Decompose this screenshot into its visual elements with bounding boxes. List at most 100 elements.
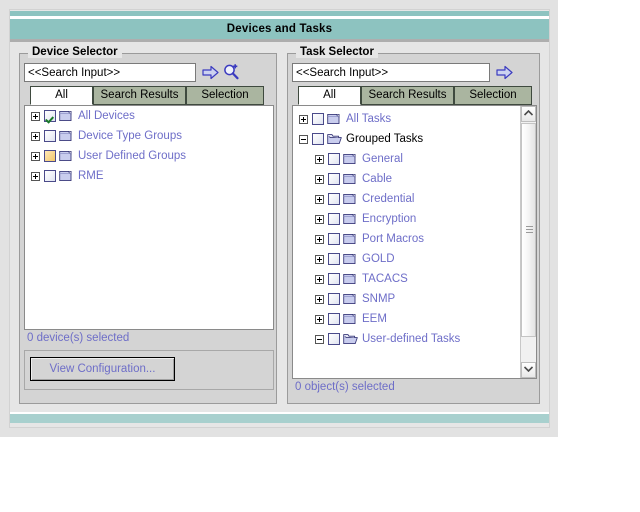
expand-icon[interactable] [315, 154, 324, 164]
expand-icon[interactable] [315, 194, 324, 204]
tree-item-label[interactable]: Device Type Groups [78, 130, 182, 142]
collapse-icon[interactable] [315, 334, 324, 344]
tree-item-label[interactable]: Credential [362, 193, 414, 205]
folder-icon [59, 130, 74, 142]
tree-item[interactable]: RME [25, 166, 273, 186]
folder-icon [327, 113, 342, 125]
folder-icon [59, 170, 74, 182]
tree-item-checkbox[interactable] [328, 313, 340, 325]
tree-item-checkbox[interactable] [312, 113, 324, 125]
task-status-bar: 0 object(s) selected [292, 380, 537, 396]
scrollbar-up-button[interactable] [521, 106, 536, 122]
task-tab-all[interactable]: All [298, 86, 361, 105]
tree-item-label[interactable]: EEM [362, 313, 387, 325]
task-tree-scrollbar[interactable] [520, 106, 536, 378]
task-selector-panel: Task Selector All Search Results Selecti… [287, 46, 540, 404]
expand-icon[interactable] [299, 114, 308, 124]
tree-item-label[interactable]: Grouped Tasks [346, 133, 423, 145]
tree-item-label[interactable]: All Tasks [346, 113, 391, 125]
tree-item-checkbox[interactable] [328, 153, 340, 165]
device-search-row [24, 62, 274, 85]
tree-item-checkbox[interactable] [328, 193, 340, 205]
tree-item-label[interactable]: User Defined Groups [78, 150, 186, 162]
folder-icon [343, 233, 358, 245]
folder-icon [59, 150, 74, 162]
folder-icon [343, 313, 358, 325]
tree-item[interactable]: TACACS [293, 269, 519, 289]
tree-item-checkbox[interactable] [328, 233, 340, 245]
expand-icon[interactable] [315, 274, 324, 284]
task-search-input[interactable] [292, 63, 490, 82]
scrollbar-down-button[interactable] [521, 362, 536, 378]
expand-icon[interactable] [315, 294, 324, 304]
view-configuration-button[interactable]: View Configuration... [30, 357, 175, 381]
device-tab-search-results[interactable]: Search Results [93, 86, 186, 105]
tree-item[interactable]: User Defined Groups [25, 146, 273, 166]
task-search-go-icon[interactable] [496, 65, 513, 80]
folder-icon [343, 333, 358, 345]
tree-item-label[interactable]: RME [78, 170, 104, 182]
page-title: Devices and Tasks [10, 19, 549, 39]
tree-item-label[interactable]: General [362, 153, 403, 165]
tree-item-label[interactable]: SNMP [362, 293, 395, 305]
device-tree[interactable]: All Devices Device Type Groups User Define… [24, 105, 274, 330]
device-advanced-search-icon[interactable] [222, 63, 240, 81]
expand-icon[interactable] [315, 174, 324, 184]
folder-icon [343, 273, 358, 285]
tree-item[interactable]: Port Macros [293, 229, 519, 249]
task-tab-selection[interactable]: Selection [454, 86, 532, 105]
tree-item-checkbox[interactable] [328, 253, 340, 265]
tree-item-checkbox[interactable] [44, 130, 56, 142]
tree-item[interactable]: EEM [293, 309, 519, 329]
device-tab-all[interactable]: All [30, 86, 93, 105]
tree-item[interactable]: Credential [293, 189, 519, 209]
expand-icon[interactable] [315, 254, 324, 264]
tree-item[interactable]: GOLD [293, 249, 519, 269]
tree-item-checkbox[interactable] [328, 173, 340, 185]
tree-item[interactable]: Device Type Groups [25, 126, 273, 146]
tree-item-label[interactable]: TACACS [362, 273, 408, 285]
tree-item[interactable]: Cable [293, 169, 519, 189]
tree-item-checkbox[interactable] [44, 110, 56, 122]
tree-item-checkbox[interactable] [328, 213, 340, 225]
tree-item-checkbox[interactable] [328, 333, 340, 345]
device-action-panel: View Configuration... [24, 350, 274, 390]
tree-item-label[interactable]: Port Macros [362, 233, 424, 245]
tree-item[interactable]: User-defined Tasks [293, 329, 519, 349]
task-tabstrip: All Search Results Selection [292, 86, 537, 106]
tree-item[interactable]: Grouped Tasks [293, 129, 519, 149]
tree-item[interactable]: SNMP [293, 289, 519, 309]
tree-item-label[interactable]: User-defined Tasks [362, 333, 460, 345]
scrollbar-thumb[interactable] [521, 123, 536, 337]
device-status-bar: 0 device(s) selected [24, 331, 274, 347]
task-search-row [292, 62, 537, 85]
tree-item-label[interactable]: All Devices [78, 110, 135, 122]
tree-item-checkbox[interactable] [44, 170, 56, 182]
devices-and-tasks-window: Devices and Tasks Device Selector All [0, 0, 558, 437]
tree-item[interactable]: All Devices [25, 106, 273, 126]
folder-icon [343, 173, 358, 185]
expand-icon[interactable] [315, 314, 324, 324]
tree-item[interactable]: General [293, 149, 519, 169]
collapse-icon[interactable] [299, 134, 308, 144]
tree-item-label[interactable]: Cable [362, 173, 392, 185]
expand-icon[interactable] [31, 131, 40, 141]
tree-item[interactable]: Encryption [293, 209, 519, 229]
expand-icon[interactable] [315, 234, 324, 244]
device-tab-selection[interactable]: Selection [186, 86, 264, 105]
expand-icon[interactable] [315, 214, 324, 224]
expand-icon[interactable] [31, 111, 40, 121]
tree-item-label[interactable]: Encryption [362, 213, 416, 225]
tree-item-checkbox[interactable] [44, 150, 56, 162]
tree-item-checkbox[interactable] [328, 273, 340, 285]
expand-icon[interactable] [31, 151, 40, 161]
task-tree[interactable]: All Tasks Grouped Tasks General Cable Creden… [293, 109, 519, 349]
task-tab-search-results[interactable]: Search Results [361, 86, 454, 105]
device-search-input[interactable] [24, 63, 196, 82]
tree-item-checkbox[interactable] [328, 293, 340, 305]
tree-item-label[interactable]: GOLD [362, 253, 395, 265]
tree-item-checkbox[interactable] [312, 133, 324, 145]
device-search-go-icon[interactable] [202, 65, 219, 80]
expand-icon[interactable] [31, 171, 40, 181]
tree-item[interactable]: All Tasks [293, 109, 519, 129]
